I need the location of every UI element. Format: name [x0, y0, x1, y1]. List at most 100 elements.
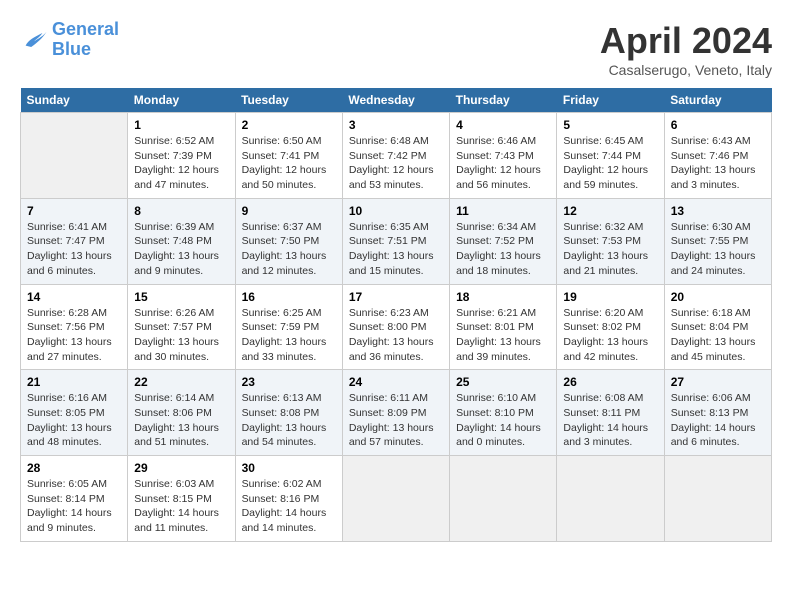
day-number: 25: [456, 375, 550, 389]
day-info: Sunrise: 6:14 AMSunset: 8:06 PMDaylight:…: [134, 391, 228, 450]
calendar-cell: [21, 113, 128, 199]
calendar-week-row: 21Sunrise: 6:16 AMSunset: 8:05 PMDayligh…: [21, 370, 772, 456]
calendar-cell: 2 Sunrise: 6:50 AMSunset: 7:41 PMDaylight…: [235, 113, 342, 199]
month-title: April 2024: [600, 20, 772, 62]
logo-line1: General: [52, 19, 119, 39]
day-info: Sunrise: 6:35 AMSunset: 7:51 PMDaylight:…: [349, 220, 443, 279]
calendar-table: SundayMondayTuesdayWednesdayThursdayFrid…: [20, 88, 772, 542]
day-of-week-header: Sunday: [21, 88, 128, 113]
day-info: Sunrise: 6:52 AMSunset: 7:39 PMDaylight:…: [134, 134, 228, 193]
day-info: Sunrise: 6:48 AMSunset: 7:42 PMDaylight:…: [349, 134, 443, 193]
calendar-cell: 26 Sunrise: 6:08 AMSunset: 8:11 PMDayligh…: [557, 370, 664, 456]
day-info: Sunrise: 6:11 AMSunset: 8:09 PMDaylight:…: [349, 391, 443, 450]
day-number: 5: [563, 118, 657, 132]
day-info: Sunrise: 6:05 AMSunset: 8:14 PMDaylight:…: [27, 477, 121, 536]
day-number: 17: [349, 290, 443, 304]
day-number: 19: [563, 290, 657, 304]
calendar-cell: [342, 456, 449, 542]
calendar-cell: 1 Sunrise: 6:52 AMSunset: 7:39 PMDaylight…: [128, 113, 235, 199]
day-info: Sunrise: 6:08 AMSunset: 8:11 PMDaylight:…: [563, 391, 657, 450]
calendar-week-row: 7Sunrise: 6:41 AMSunset: 7:47 PMDaylight…: [21, 198, 772, 284]
day-number: 26: [563, 375, 657, 389]
day-number: 9: [242, 204, 336, 218]
calendar-cell: 10 Sunrise: 6:35 AMSunset: 7:51 PMDayligh…: [342, 198, 449, 284]
logo-bird-icon: [20, 26, 48, 54]
day-of-week-header: Monday: [128, 88, 235, 113]
day-number: 14: [27, 290, 121, 304]
calendar-cell: 30Sunrise: 6:02 AMSunset: 8:16 PMDayligh…: [235, 456, 342, 542]
day-info: Sunrise: 6:06 AMSunset: 8:13 PMDaylight:…: [671, 391, 765, 450]
calendar-cell: 25 Sunrise: 6:10 AMSunset: 8:10 PMDayligh…: [450, 370, 557, 456]
day-number: 6: [671, 118, 765, 132]
day-info: Sunrise: 6:10 AMSunset: 8:10 PMDaylight:…: [456, 391, 550, 450]
day-info: Sunrise: 6:34 AMSunset: 7:52 PMDaylight:…: [456, 220, 550, 279]
day-number: 22: [134, 375, 228, 389]
calendar-cell: 28Sunrise: 6:05 AMSunset: 8:14 PMDayligh…: [21, 456, 128, 542]
day-number: 18: [456, 290, 550, 304]
day-info: Sunrise: 6:41 AMSunset: 7:47 PMDaylight:…: [27, 220, 121, 279]
calendar-cell: 11Sunrise: 6:34 AMSunset: 7:52 PMDayligh…: [450, 198, 557, 284]
day-info: Sunrise: 6:25 AMSunset: 7:59 PMDaylight:…: [242, 306, 336, 365]
day-number: 29: [134, 461, 228, 475]
calendar-cell: 9 Sunrise: 6:37 AMSunset: 7:50 PMDaylight…: [235, 198, 342, 284]
day-info: Sunrise: 6:39 AMSunset: 7:48 PMDaylight:…: [134, 220, 228, 279]
calendar-cell: 7Sunrise: 6:41 AMSunset: 7:47 PMDaylight…: [21, 198, 128, 284]
day-info: Sunrise: 6:18 AMSunset: 8:04 PMDaylight:…: [671, 306, 765, 365]
day-of-week-header: Saturday: [664, 88, 771, 113]
title-block: April 2024 Casalserugo, Veneto, Italy: [600, 20, 772, 78]
day-number: 4: [456, 118, 550, 132]
calendar-week-row: 28Sunrise: 6:05 AMSunset: 8:14 PMDayligh…: [21, 456, 772, 542]
day-number: 13: [671, 204, 765, 218]
calendar-cell: 29 Sunrise: 6:03 AMSunset: 8:15 PMDayligh…: [128, 456, 235, 542]
day-info: Sunrise: 6:21 AMSunset: 8:01 PMDaylight:…: [456, 306, 550, 365]
day-number: 2: [242, 118, 336, 132]
calendar-cell: 3 Sunrise: 6:48 AMSunset: 7:42 PMDaylight…: [342, 113, 449, 199]
calendar-cell: 21Sunrise: 6:16 AMSunset: 8:05 PMDayligh…: [21, 370, 128, 456]
logo-text: General Blue: [52, 20, 119, 60]
day-number: 1: [134, 118, 228, 132]
calendar-cell: 16 Sunrise: 6:25 AMSunset: 7:59 PMDayligh…: [235, 284, 342, 370]
day-number: 21: [27, 375, 121, 389]
calendar-cell: 12Sunrise: 6:32 AMSunset: 7:53 PMDayligh…: [557, 198, 664, 284]
calendar-cell: 6Sunrise: 6:43 AMSunset: 7:46 PMDaylight…: [664, 113, 771, 199]
day-number: 15: [134, 290, 228, 304]
calendar-cell: 27 Sunrise: 6:06 AMSunset: 8:13 PMDayligh…: [664, 370, 771, 456]
day-number: 24: [349, 375, 443, 389]
calendar-cell: 13Sunrise: 6:30 AMSunset: 7:55 PMDayligh…: [664, 198, 771, 284]
calendar-cell: 5 Sunrise: 6:45 AMSunset: 7:44 PMDaylight…: [557, 113, 664, 199]
day-number: 27: [671, 375, 765, 389]
day-number: 3: [349, 118, 443, 132]
day-info: Sunrise: 6:03 AMSunset: 8:15 PMDaylight:…: [134, 477, 228, 536]
page-header: General Blue April 2024 Casalserugo, Ven…: [20, 20, 772, 78]
calendar-cell: 22 Sunrise: 6:14 AMSunset: 8:06 PMDayligh…: [128, 370, 235, 456]
day-info: Sunrise: 6:50 AMSunset: 7:41 PMDaylight:…: [242, 134, 336, 193]
day-info: Sunrise: 6:32 AMSunset: 7:53 PMDaylight:…: [563, 220, 657, 279]
calendar-cell: 15 Sunrise: 6:26 AMSunset: 7:57 PMDayligh…: [128, 284, 235, 370]
day-info: Sunrise: 6:46 AMSunset: 7:43 PMDaylight:…: [456, 134, 550, 193]
day-number: 10: [349, 204, 443, 218]
calendar-cell: [450, 456, 557, 542]
day-info: Sunrise: 6:20 AMSunset: 8:02 PMDaylight:…: [563, 306, 657, 365]
day-of-week-header: Tuesday: [235, 88, 342, 113]
calendar-cell: [557, 456, 664, 542]
logo: General Blue: [20, 20, 119, 60]
location: Casalserugo, Veneto, Italy: [600, 62, 772, 78]
day-of-week-header: Thursday: [450, 88, 557, 113]
day-number: 20: [671, 290, 765, 304]
day-of-week-header: Friday: [557, 88, 664, 113]
day-of-week-header: Wednesday: [342, 88, 449, 113]
day-info: Sunrise: 6:13 AMSunset: 8:08 PMDaylight:…: [242, 391, 336, 450]
calendar-cell: [664, 456, 771, 542]
calendar-week-row: 1 Sunrise: 6:52 AMSunset: 7:39 PMDaylight…: [21, 113, 772, 199]
day-number: 16: [242, 290, 336, 304]
day-number: 8: [134, 204, 228, 218]
calendar-body: 1 Sunrise: 6:52 AMSunset: 7:39 PMDaylight…: [21, 113, 772, 542]
calendar-week-row: 14Sunrise: 6:28 AMSunset: 7:56 PMDayligh…: [21, 284, 772, 370]
day-number: 23: [242, 375, 336, 389]
calendar-cell: 17 Sunrise: 6:23 AMSunset: 8:00 PMDayligh…: [342, 284, 449, 370]
calendar-cell: 20 Sunrise: 6:18 AMSunset: 8:04 PMDayligh…: [664, 284, 771, 370]
day-info: Sunrise: 6:26 AMSunset: 7:57 PMDaylight:…: [134, 306, 228, 365]
day-info: Sunrise: 6:23 AMSunset: 8:00 PMDaylight:…: [349, 306, 443, 365]
day-info: Sunrise: 6:37 AMSunset: 7:50 PMDaylight:…: [242, 220, 336, 279]
day-info: Sunrise: 6:45 AMSunset: 7:44 PMDaylight:…: [563, 134, 657, 193]
